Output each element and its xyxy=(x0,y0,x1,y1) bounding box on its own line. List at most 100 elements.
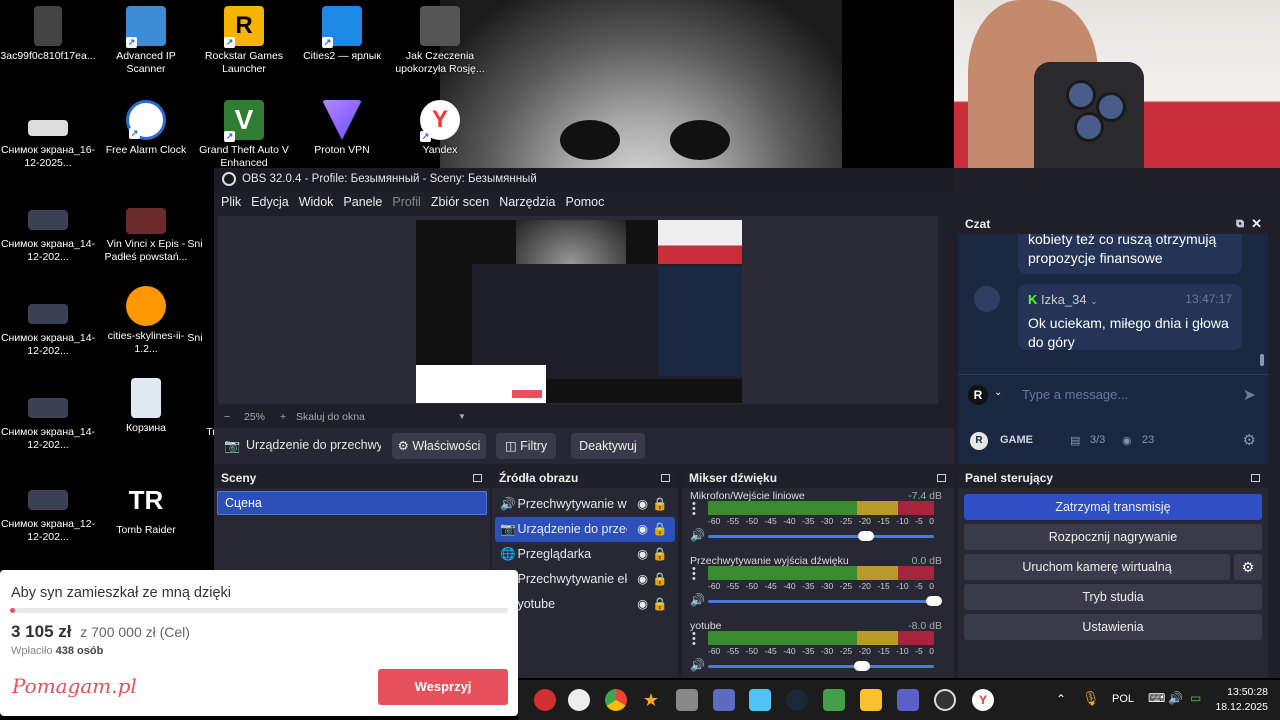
microphone-icon[interactable]: 🎙 xyxy=(1082,690,1100,707)
desktop-icon-file[interactable]: 3ac99f0c810f17ea... xyxy=(0,6,96,63)
undock-icon[interactable] xyxy=(661,474,670,482)
channel-menu-icon[interactable]: • • • xyxy=(692,564,696,585)
desktop-icon-screenshot-1[interactable]: Снимок экрана_16-12-2025... xyxy=(0,120,96,170)
network-icon[interactable]: ⌨ xyxy=(1148,691,1165,705)
desktop-icon-screenshot-4[interactable]: Снимок экрана_14-12-202... xyxy=(0,398,96,452)
undock-icon[interactable]: ⧉ xyxy=(1236,214,1244,234)
volume-slider-track[interactable] xyxy=(708,535,934,538)
desktop-icon-vin-vinci[interactable]: Vin Vinci x Epis - Padłeś powstań... xyxy=(98,208,194,264)
studio-mode-button[interactable]: Tryb studia xyxy=(964,584,1262,610)
desktop-icon-recycle-bin[interactable]: Корзина xyxy=(98,378,194,435)
lock-icon[interactable]: 🔒 xyxy=(652,542,668,567)
eye-icon[interactable]: ◉ xyxy=(637,592,648,617)
start-virtual-camera-button[interactable]: Uruchom kamerę wirtualną xyxy=(964,554,1230,580)
stop-streaming-button[interactable]: Zatrzymaj transmisję xyxy=(964,494,1262,520)
source-row[interactable]: ▭ Przechwytywanie ekra ◉ 🔒 xyxy=(492,567,678,592)
scale-to-window[interactable]: Skaluj do okna xyxy=(296,408,365,426)
volume-slider-track[interactable] xyxy=(708,665,934,668)
menu-edycja[interactable]: Edycja xyxy=(251,191,289,213)
app-taskbar-icon[interactable] xyxy=(676,689,698,711)
close-icon[interactable]: ✕ xyxy=(1251,214,1262,234)
start-recording-button[interactable]: Rozpocznij nagrywanie xyxy=(964,524,1262,550)
menu-panele[interactable]: Panele xyxy=(343,191,382,213)
menu-pomoc[interactable]: Pomoc xyxy=(565,191,604,213)
volume-slider-handle[interactable] xyxy=(853,661,870,671)
speaker-icon[interactable]: 🔊 xyxy=(690,528,705,542)
desktop-icon-yandex[interactable]: Y ↗ Yandex xyxy=(392,100,488,157)
desktop-icon-screenshot-2[interactable]: Снимок экрана_14-12-202... xyxy=(0,210,96,264)
chrome-icon[interactable] xyxy=(605,689,627,711)
speaker-icon[interactable]: 🔊 xyxy=(690,593,705,607)
channel-menu-icon[interactable]: • • • xyxy=(692,499,696,520)
chevron-down-icon[interactable]: ⌄ xyxy=(994,387,1002,398)
chat-scrollbar[interactable] xyxy=(1260,354,1264,366)
desktop-icon-cities2[interactable]: ↗ Cities2 — ярлык xyxy=(294,6,390,63)
speaker-icon[interactable]: 🔊 xyxy=(690,658,705,672)
zoom-in-button[interactable]: + xyxy=(280,408,286,426)
desktop-icon-snip-1[interactable]: Sni xyxy=(180,238,210,251)
lock-icon[interactable]: 🔒 xyxy=(652,517,668,542)
clock-date[interactable]: 18.12.2025 xyxy=(1214,701,1268,713)
desktop-icon-tomb-raider[interactable]: TR Tomb Raider xyxy=(98,480,194,537)
volume-slider-handle[interactable] xyxy=(926,596,942,606)
channel-menu-icon[interactable]: • • • xyxy=(692,629,696,650)
eye-icon[interactable]: ◉ xyxy=(637,517,648,542)
chevron-down-icon[interactable]: ▼ xyxy=(458,408,466,426)
deactivate-button[interactable]: Deaktywuj xyxy=(571,433,645,459)
volume-slider-handle[interactable] xyxy=(858,531,875,541)
speaker-icon[interactable]: 🔊 xyxy=(1168,691,1183,705)
donate-button[interactable]: Wesprzyj xyxy=(378,669,508,705)
properties-button[interactable]: ⚙ Właściwości xyxy=(392,433,486,459)
eye-icon[interactable]: ◉ xyxy=(637,567,648,592)
virtual-camera-settings-gear-icon[interactable]: ⚙ xyxy=(1234,554,1262,580)
source-row[interactable]: 🌐 Przeglądarka ◉ 🔒 xyxy=(492,542,678,567)
app-taskbar-icon[interactable] xyxy=(568,689,590,711)
volume-slider-track[interactable] xyxy=(708,600,934,603)
menu-plik[interactable]: Plik xyxy=(221,191,241,213)
source-row[interactable]: yotube ◉ 🔒 xyxy=(492,592,678,617)
app-taskbar-icon[interactable] xyxy=(860,689,882,711)
eye-icon[interactable]: ◉ xyxy=(637,492,648,517)
gear-icon[interactable]: ⚙ xyxy=(1243,431,1256,449)
scene-item[interactable]: Сцена xyxy=(217,491,487,515)
desktop-icon-snip-2[interactable]: Sni xyxy=(180,332,210,345)
desktop-icon-cities-skylines[interactable]: cities-skylines-ii-1.2... xyxy=(98,286,194,356)
menu-narzedzia[interactable]: Narzędzia xyxy=(499,191,555,213)
menu-widok[interactable]: Widok xyxy=(299,191,334,213)
app-taskbar-icon[interactable] xyxy=(713,689,735,711)
steam-icon[interactable] xyxy=(786,689,808,711)
desktop-icon-proton-vpn[interactable]: Proton VPN xyxy=(294,100,390,157)
obs-taskbar-icon[interactable] xyxy=(934,689,956,711)
language-indicator[interactable]: POL xyxy=(1112,693,1134,705)
send-icon[interactable]: ➤ xyxy=(1243,385,1256,405)
battery-icon[interactable]: ▭ xyxy=(1190,691,1201,705)
lock-icon[interactable]: 🔒 xyxy=(652,567,668,592)
undock-icon[interactable] xyxy=(937,474,946,482)
desktop-icon-rockstar[interactable]: R ↗ Rockstar Games Launcher xyxy=(196,6,292,76)
undock-icon[interactable] xyxy=(473,474,482,482)
chat-input[interactable]: Type a message... xyxy=(1022,387,1128,402)
rockstar-taskbar-icon[interactable] xyxy=(534,689,556,711)
yandex-taskbar-icon[interactable]: Y xyxy=(972,689,994,711)
desktop-icon-alarm-clock[interactable]: ↗ Free Alarm Clock xyxy=(98,100,194,157)
menu-profil[interactable]: Profil xyxy=(392,191,420,213)
chevron-up-icon[interactable]: ⌃ xyxy=(1056,692,1066,706)
desktop-icon-video[interactable]: Jak Czeczenia upokorzyła Rosję... xyxy=(392,6,488,76)
menu-zbior-scen[interactable]: Zbiór scen xyxy=(431,191,489,213)
app-taskbar-icon[interactable] xyxy=(823,689,845,711)
star-icon[interactable]: ★ xyxy=(640,689,662,711)
settings-button[interactable]: Ustawienia xyxy=(964,614,1262,640)
source-row[interactable]: 🔊 Przechwytywanie wyjś ◉ 🔒 xyxy=(492,492,678,517)
eye-icon[interactable]: ◉ xyxy=(637,542,648,567)
desktop-icon-advanced-ip-scanner[interactable]: ↗ Advanced IP Scanner xyxy=(98,6,194,76)
lock-icon[interactable]: 🔒 xyxy=(652,592,668,617)
photos-icon[interactable] xyxy=(749,689,771,711)
desktop-icon-gta5[interactable]: V ↗ Grand Theft Auto V Enhanced xyxy=(196,100,292,170)
preview-canvas[interactable] xyxy=(218,216,938,404)
lock-icon[interactable]: 🔒 xyxy=(652,492,668,517)
teams-icon[interactable] xyxy=(897,689,919,711)
clock-time[interactable]: 13:50:28 xyxy=(1224,686,1268,698)
desktop-icon-screenshot-5[interactable]: Снимок экрана_12-12-202... xyxy=(0,490,96,544)
filters-button[interactable]: ◫ Filtry xyxy=(496,433,556,459)
source-row-selected[interactable]: 📷 Urządzenie do przech ◉ 🔒 xyxy=(495,517,675,542)
